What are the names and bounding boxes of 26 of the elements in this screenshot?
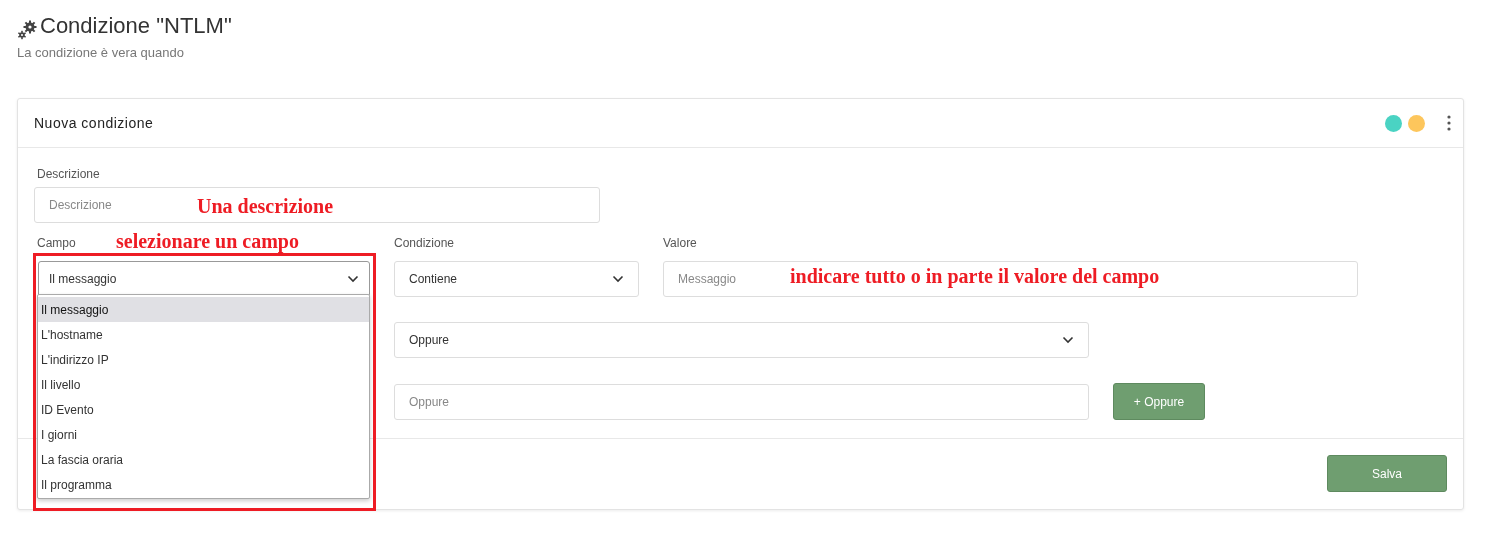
dropdown-option[interactable]: Il messaggio (38, 297, 369, 322)
more-menu-icon[interactable] (1447, 115, 1451, 131)
field-label: Condizione (394, 236, 455, 251)
chevron-down-icon (347, 275, 359, 283)
page-subtitle: La condizione è vera quando (17, 44, 185, 62)
card-title: Nuova condizione (34, 113, 154, 133)
chevron-down-icon (612, 275, 624, 283)
annotation-text: selezionare un campo (116, 229, 299, 254)
annotation-text: indicare tutto o in parte il valore del campo (790, 264, 1160, 289)
gears-icon (17, 20, 39, 40)
dropdown-option[interactable]: I giorni (38, 422, 369, 447)
annotation-text: Una descrizione (197, 194, 334, 219)
field-label: Valore (663, 236, 697, 251)
dropdown-option[interactable]: ID Evento (38, 397, 369, 422)
dropdown-option[interactable]: L'indirizzo IP (38, 347, 369, 372)
chevron-down-icon (1062, 336, 1074, 344)
page-title: Condizione "NTLM" (40, 12, 232, 40)
or-select[interactable]: Oppure (394, 322, 1089, 358)
field-label: Campo (37, 236, 76, 251)
field-label: Descrizione (37, 167, 100, 182)
dropdown-option[interactable]: La fascia oraria (38, 447, 369, 472)
or-field[interactable]: Oppure (394, 383, 1089, 420)
dropdown-option[interactable]: Il programma (38, 472, 369, 497)
dropdown-option[interactable]: L'hostname (38, 322, 369, 347)
dropdown-option[interactable]: Il livello (38, 372, 369, 397)
condition-select[interactable]: Contiene (394, 261, 639, 297)
